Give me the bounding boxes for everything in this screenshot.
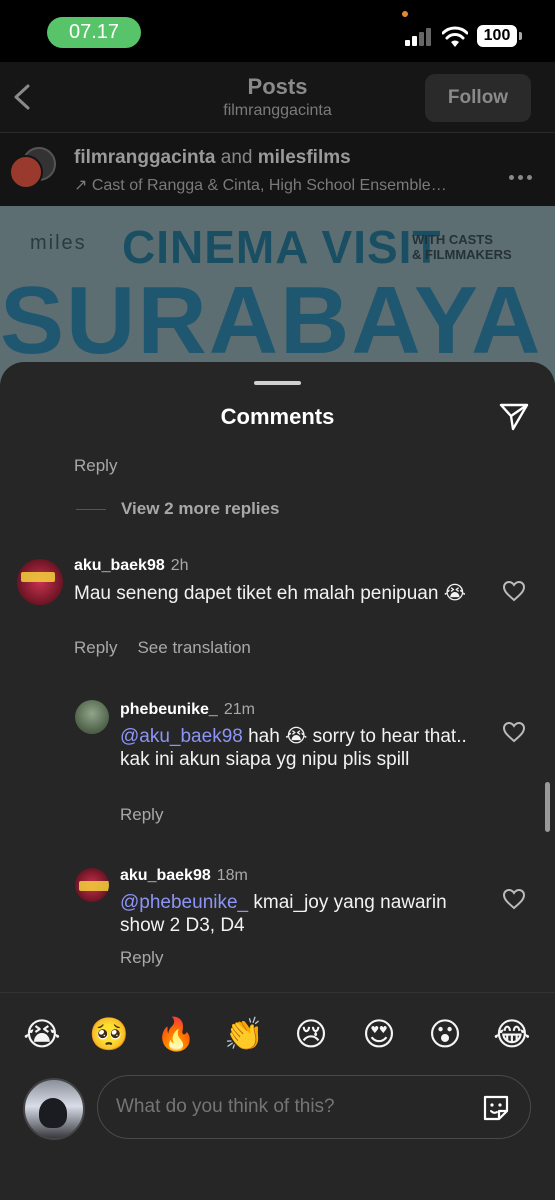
comment-username[interactable]: aku_baek98 2h — [74, 557, 189, 575]
commenter-avatar[interactable] — [75, 868, 109, 902]
username-text[interactable]: aku_baek98 — [74, 557, 165, 574]
emoji-crying[interactable]: 😢 — [291, 1014, 331, 1054]
view-more-divider — [76, 509, 106, 510]
reply-button[interactable]: Reply — [74, 456, 117, 476]
comment: aku_baek98 2h Mau seneng dapet tiket eh m… — [0, 552, 555, 662]
scroll-indicator[interactable] — [545, 782, 550, 832]
more-options-icon[interactable] — [509, 167, 537, 180]
comment-time: 18m — [216, 867, 248, 884]
image-with-line-2: & FILMMAKERS — [412, 247, 512, 262]
username-text[interactable]: aku_baek98 — [120, 867, 211, 884]
comment-reply: aku_baek98 18m @phebeunike_ kmai_joy yang… — [0, 862, 555, 972]
mention-link[interactable]: @phebeunike_ — [120, 892, 248, 913]
emoji-surprised[interactable]: 😮 — [425, 1014, 465, 1054]
comment-reply: phebeunike_ 21m @aku_baek98 hah 😭 sorry t… — [0, 697, 555, 827]
image-city-text: SURABAYA — [0, 267, 543, 374]
author-conjunction: and — [220, 147, 253, 168]
image-with-text: WITH CASTS & FILMMAKERS — [412, 232, 512, 262]
post-authors[interactable]: filmranggacinta and milesfilms — [74, 147, 351, 169]
quick-emoji-bar: 😭 🥺 🔥 👏 😢 😍 😮 😂 — [0, 1014, 555, 1058]
comment-actions: Reply — [120, 948, 183, 968]
emoji-loudly-crying[interactable]: 😭 — [22, 1014, 62, 1054]
comment-actions: Reply See translation — [74, 638, 271, 658]
battery-indicator: 100 — [477, 25, 522, 47]
comment-input[interactable] — [116, 1096, 456, 1118]
comment-text: @phebeunike_ kmai_joy yang nawarin show … — [120, 891, 480, 937]
share-icon[interactable] — [498, 400, 530, 432]
wifi-icon — [442, 26, 468, 47]
page-header: Posts filmranggacinta Follow — [0, 62, 555, 132]
post-header: filmranggacinta and milesfilms ↗ Cast of… — [0, 132, 555, 206]
commenter-avatar[interactable] — [75, 700, 109, 734]
emoji-pleading[interactable]: 🥺 — [89, 1014, 129, 1054]
composer-divider — [0, 992, 555, 993]
reply-button[interactable]: Reply — [120, 805, 163, 824]
commenter-avatar[interactable] — [17, 559, 63, 605]
comment-username[interactable]: phebeunike_ 21m — [120, 701, 255, 719]
comment-username[interactable]: aku_baek98 18m — [120, 867, 248, 885]
view-more-replies-button[interactable]: View 2 more replies — [121, 499, 279, 519]
comment-actions: Reply — [120, 805, 183, 825]
emoji-heart-eyes[interactable]: 😍 — [359, 1014, 399, 1054]
comments-sheet: Comments Reply View 2 more replies aku_b… — [0, 362, 555, 1200]
post-audio-link[interactable]: ↗ Cast of Rangga & Cinta, High School En… — [74, 175, 494, 195]
status-bar: 07.17 100 — [0, 0, 555, 62]
cellular-signal-icon — [405, 28, 435, 46]
status-time: 07.17 — [47, 17, 141, 48]
comment-text: Mau seneng dapet tiket eh malah penipuan… — [74, 583, 466, 604]
author-name-b[interactable]: milesfilms — [258, 147, 351, 168]
image-brand-text: miles — [30, 232, 87, 254]
author-name-a[interactable]: filmranggacinta — [74, 147, 215, 168]
like-heart-icon[interactable] — [502, 580, 526, 602]
author-avatar-primary[interactable] — [9, 155, 43, 189]
current-user-avatar — [23, 1078, 85, 1140]
like-heart-icon[interactable] — [502, 888, 526, 910]
follow-button[interactable]: Follow — [425, 74, 531, 122]
emoji-clapping[interactable]: 👏 — [224, 1014, 264, 1054]
sticker-icon[interactable] — [480, 1092, 512, 1124]
see-translation-button[interactable]: See translation — [137, 638, 250, 657]
privacy-indicator-dot — [402, 11, 408, 17]
image-with-line-1: WITH CASTS — [412, 232, 493, 247]
comment-time: 2h — [170, 557, 189, 574]
like-heart-icon[interactable] — [502, 721, 526, 743]
comment-composer[interactable] — [97, 1075, 531, 1139]
sheet-title: Comments — [220, 404, 335, 429]
username-text[interactable]: phebeunike_ — [120, 701, 218, 718]
comment-text: @aku_baek98 hah 😭 sorry to hear that.. k… — [120, 725, 475, 771]
reply-button[interactable]: Reply — [120, 948, 163, 967]
reply-button[interactable]: Reply — [74, 638, 117, 657]
emoji-fire[interactable]: 🔥 — [156, 1014, 196, 1054]
mention-link[interactable]: @aku_baek98 — [120, 726, 243, 747]
emoji-laughing[interactable]: 😂 — [492, 1014, 532, 1054]
sheet-drag-handle[interactable] — [254, 381, 301, 385]
comment-time: 21m — [223, 701, 255, 718]
